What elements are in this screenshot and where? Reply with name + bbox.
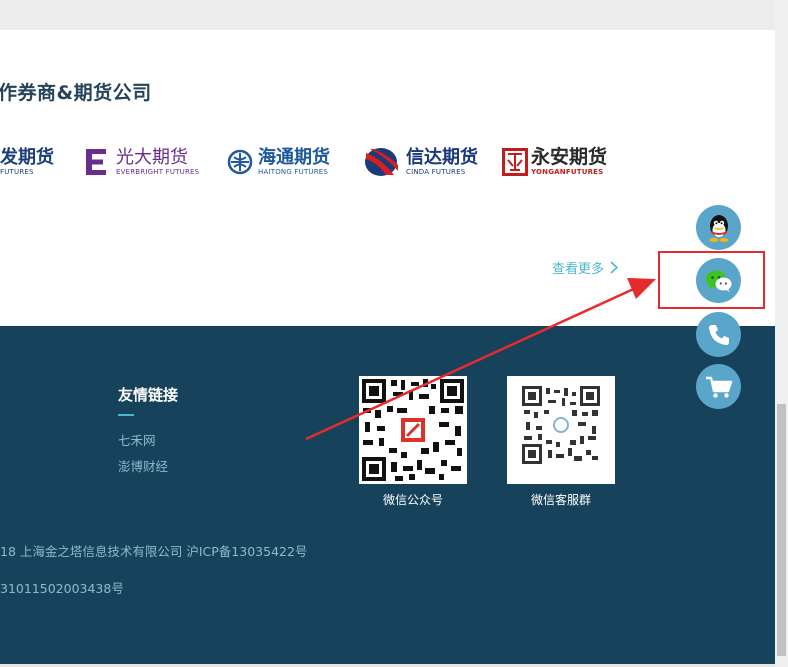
phone-icon: [708, 324, 729, 345]
partner-logo-everbright[interactable]: 光大期货 EVERBRIGHT FUTURES: [86, 140, 199, 184]
scrollbar-thumb[interactable]: [777, 404, 786, 656]
partner-logo-cn: 发期货: [0, 146, 54, 168]
wechat-service-caption: 微信客服群: [530, 493, 591, 507]
partner-logo-haitong[interactable]: 海通期货 HAITONG FUTURES: [227, 140, 330, 184]
copyright-text: 18 上海金之塔信息技术有限公司 沪ICP备13035422号: [0, 544, 308, 559]
partner-logo-gf[interactable]: 发期货 FUTURES: [0, 140, 54, 184]
qr-code-icon: [507, 376, 615, 484]
partner-logo-yongan[interactable]: 永安期货 YONGANFUTURES: [502, 140, 607, 184]
wechat-official-caption: 微信公众号: [382, 493, 443, 507]
wechat-service-qr: [507, 376, 615, 484]
partner-logo-cn: 光大期货: [116, 146, 188, 168]
partner-logo-en: EVERBRIGHT FUTURES: [116, 167, 200, 176]
yongan-emblem-icon: [502, 148, 528, 176]
phone-button[interactable]: [696, 312, 741, 357]
wechat-official-qr: [359, 376, 467, 484]
friend-links-title: 友情链接: [118, 386, 179, 404]
friend-link-qihe[interactable]: 七禾网: [118, 430, 156, 449]
partner-logo-en: HAITONG FUTURES: [258, 167, 329, 176]
partner-logo-cn: 信达期货: [406, 146, 478, 168]
qq-button[interactable]: [696, 205, 741, 250]
qr-code-icon: [359, 376, 467, 484]
friend-links-underline: [118, 414, 134, 416]
qq-icon: [709, 214, 728, 242]
chevron-right-icon: [610, 261, 619, 274]
cart-button[interactable]: [696, 364, 741, 409]
more-partners-label: 查看更多: [552, 262, 605, 277]
partner-logo-en: YONGANFUTURES: [531, 168, 604, 176]
partner-logo-en: CINDA FUTURES: [406, 167, 466, 176]
partners-title: 作券商&期货公司: [0, 82, 152, 104]
friend-link-pengbo[interactable]: 澎博财经: [118, 456, 168, 475]
cart-icon: [705, 376, 732, 398]
partner-logo-cn: 永安期货: [531, 146, 608, 168]
partner-logo-cn: 海通期货: [258, 146, 330, 168]
cinda-emblem-icon: [365, 148, 398, 176]
haitong-emblem-icon: [227, 149, 253, 175]
police-record-text: 31011502003438号: [0, 581, 124, 596]
highlight-box: [658, 251, 765, 309]
more-partners-link[interactable]: 查看更多: [552, 258, 619, 277]
partner-logo-en: FUTURES: [0, 167, 34, 176]
partner-logo-cinda[interactable]: 信达期货 CINDA FUTURES: [364, 140, 478, 184]
everbright-emblem-icon: [86, 149, 106, 175]
